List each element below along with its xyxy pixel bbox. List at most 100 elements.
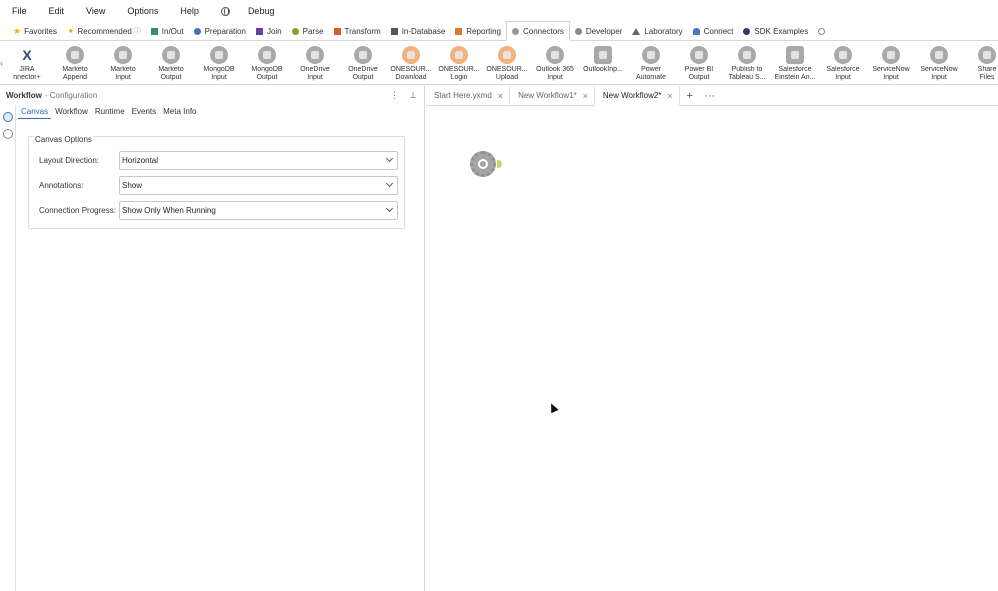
globe-icon[interactable]: [220, 6, 230, 16]
layout-direction-select[interactable]: Horizontal: [119, 151, 398, 170]
tool-label: Marketo Input: [110, 66, 136, 81]
onedrive-input-icon: [306, 46, 324, 64]
tool-label: MongoDB Output: [251, 66, 283, 81]
circle-icon: [193, 27, 201, 35]
category-tab-in-database[interactable]: In-Database: [386, 22, 451, 41]
tool-servicenow-input-2[interactable]: ServiceNow Input: [915, 41, 963, 85]
category-tab-reporting[interactable]: Reporting: [450, 22, 506, 41]
category-tab-connectors[interactable]: Connectors: [505, 21, 570, 41]
category-tab-join[interactable]: Join: [251, 22, 287, 41]
tool-onesource-login[interactable]: ONESOUR... Login: [435, 41, 483, 85]
menu-help[interactable]: Help: [180, 6, 199, 16]
publish-tableau-icon: [738, 46, 756, 64]
category-settings[interactable]: [813, 22, 834, 41]
tool-label: Salesforce Input: [826, 66, 860, 81]
layout-direction-value: Horizontal: [122, 156, 159, 165]
doc-tab-new-workflow1[interactable]: New Workflow1* ×: [510, 85, 595, 106]
menu-bar: File Edit View Options Help Debug: [0, 0, 998, 22]
add-tab-icon[interactable]: +: [680, 90, 700, 102]
servicenow-input-icon: [882, 46, 900, 64]
category-label: Reporting: [466, 26, 501, 36]
power-bi-output-icon: [690, 46, 708, 64]
menu-options[interactable]: Options: [127, 6, 158, 16]
category-tab-parse[interactable]: Parse: [287, 22, 329, 41]
doc-tab-label: Start Here.yxmd: [434, 91, 492, 100]
tab-canvas[interactable]: Canvas: [18, 107, 52, 119]
tool-power-bi-output[interactable]: Power BI Output: [675, 41, 723, 85]
annotations-select[interactable]: Show: [119, 176, 398, 195]
tool-jira-connector[interactable]: X JIRA nnector+: [3, 41, 51, 85]
connection-progress-select[interactable]: Show Only When Running: [119, 201, 398, 220]
tab-runtime[interactable]: Runtime: [92, 107, 128, 119]
list-icon: [390, 27, 398, 35]
tool-publish-tableau[interactable]: Publish to Tableau S...: [723, 41, 771, 85]
square-icon: [333, 27, 341, 35]
category-tab-connect[interactable]: Connect: [688, 22, 739, 41]
gear-icon[interactable]: [2, 112, 13, 122]
tool-servicenow-input[interactable]: ServiceNow Input: [867, 41, 915, 85]
close-icon[interactable]: ×: [667, 91, 672, 101]
tool-marketo-output[interactable]: Marketo Output: [147, 41, 195, 85]
tool-label: Power Automate: [636, 66, 666, 81]
tab-events[interactable]: Events: [129, 107, 159, 119]
category-label: Connect: [703, 26, 734, 36]
tool-mongodb-input[interactable]: MongoDB Input: [195, 41, 243, 85]
tool-mongodb-output[interactable]: MongoDB Output: [243, 41, 291, 85]
jira-icon: X: [22, 47, 32, 63]
category-tab-in-out[interactable]: In/Out: [146, 22, 189, 41]
category-label: In-Database: [401, 26, 446, 36]
category-tab-recommended[interactable]: ✦ Recommended ⓘ: [62, 22, 146, 41]
tool-onedrive-output[interactable]: OneDrive Output: [339, 41, 387, 85]
category-tab-preparation[interactable]: Preparation: [189, 22, 251, 41]
tool-onedrive-input[interactable]: OneDrive Input: [291, 41, 339, 85]
menu-file[interactable]: File: [12, 6, 27, 16]
tool-category-tabs: ★ Favorites ✦ Recommended ⓘ In/Out Preparat…: [0, 21, 998, 41]
doc-tab-new-workflow2[interactable]: New Workflow2* ×: [594, 85, 680, 106]
tool-salesforce-einstein[interactable]: Salesforce Einstein An...: [771, 41, 819, 85]
doc-tab-start-here[interactable]: Start Here.yxmd ×: [426, 85, 511, 106]
close-icon[interactable]: ×: [498, 91, 503, 101]
connection-progress-value: Show Only When Running: [122, 206, 216, 215]
tool-marketo-input[interactable]: Marketo Input: [99, 41, 147, 85]
category-tab-developer[interactable]: Developer: [570, 22, 627, 41]
circle-icon: [511, 27, 519, 35]
salesforce-input-icon: [834, 46, 852, 64]
category-tab-sdk-examples[interactable]: SDK Examples: [738, 22, 813, 41]
tool-label: ONESOUR... Upload: [486, 66, 528, 81]
onesource-download-icon: [402, 46, 420, 64]
category-tab-transform[interactable]: Transform: [329, 22, 386, 41]
tool-outlook-input[interactable]: OutlookInp...: [579, 41, 627, 85]
tool-sharefile[interactable]: Share Files: [963, 41, 998, 85]
pin-icon[interactable]: ⊥: [409, 90, 417, 101]
menu-edit[interactable]: Edit: [49, 6, 65, 16]
mongodb-output-icon: [258, 46, 276, 64]
tool-salesforce-input[interactable]: Salesforce Input: [819, 41, 867, 85]
chevron-down-icon: [385, 179, 394, 188]
tool-outlook-365-input[interactable]: Outlook 365 Input: [531, 41, 579, 85]
tab-workflow[interactable]: Workflow: [52, 107, 91, 119]
outlook-365-input-icon: [546, 46, 564, 64]
tool-onesource-download[interactable]: ONESOUR... Download: [387, 41, 435, 85]
tab-meta-info[interactable]: Meta Info: [160, 107, 199, 119]
configuration-header: Workflow - Configuration ⋮ ⊥: [0, 86, 425, 105]
tool-onesource-upload[interactable]: ONESOUR... Upload: [483, 41, 531, 85]
canvas-connector-tool[interactable]: [470, 151, 502, 177]
workflow-canvas[interactable]: [426, 107, 998, 591]
category-label: SDK Examples: [754, 26, 809, 36]
more-tabs-icon[interactable]: ···: [700, 90, 720, 102]
tool-marketo-append[interactable]: Marketo Append: [51, 41, 99, 85]
category-tab-laboratory[interactable]: Laboratory: [627, 22, 687, 41]
tool-label: JIRA nnector+: [13, 66, 41, 81]
tool-power-automate[interactable]: Power Automate: [627, 41, 675, 85]
category-label: Recommended: [77, 26, 132, 36]
more-options-icon[interactable]: ⋮: [390, 90, 399, 101]
tool-label: Publish to Tableau S...: [728, 66, 766, 81]
menu-debug[interactable]: Debug: [248, 6, 275, 16]
help-icon[interactable]: [2, 129, 13, 139]
menu-view[interactable]: View: [86, 6, 105, 16]
onesource-login-icon: [450, 46, 468, 64]
close-icon[interactable]: ×: [583, 91, 588, 101]
configuration-side-rail: [0, 105, 16, 591]
output-anchor[interactable]: [497, 160, 502, 168]
category-tab-favorites[interactable]: ★ Favorites: [8, 22, 62, 41]
